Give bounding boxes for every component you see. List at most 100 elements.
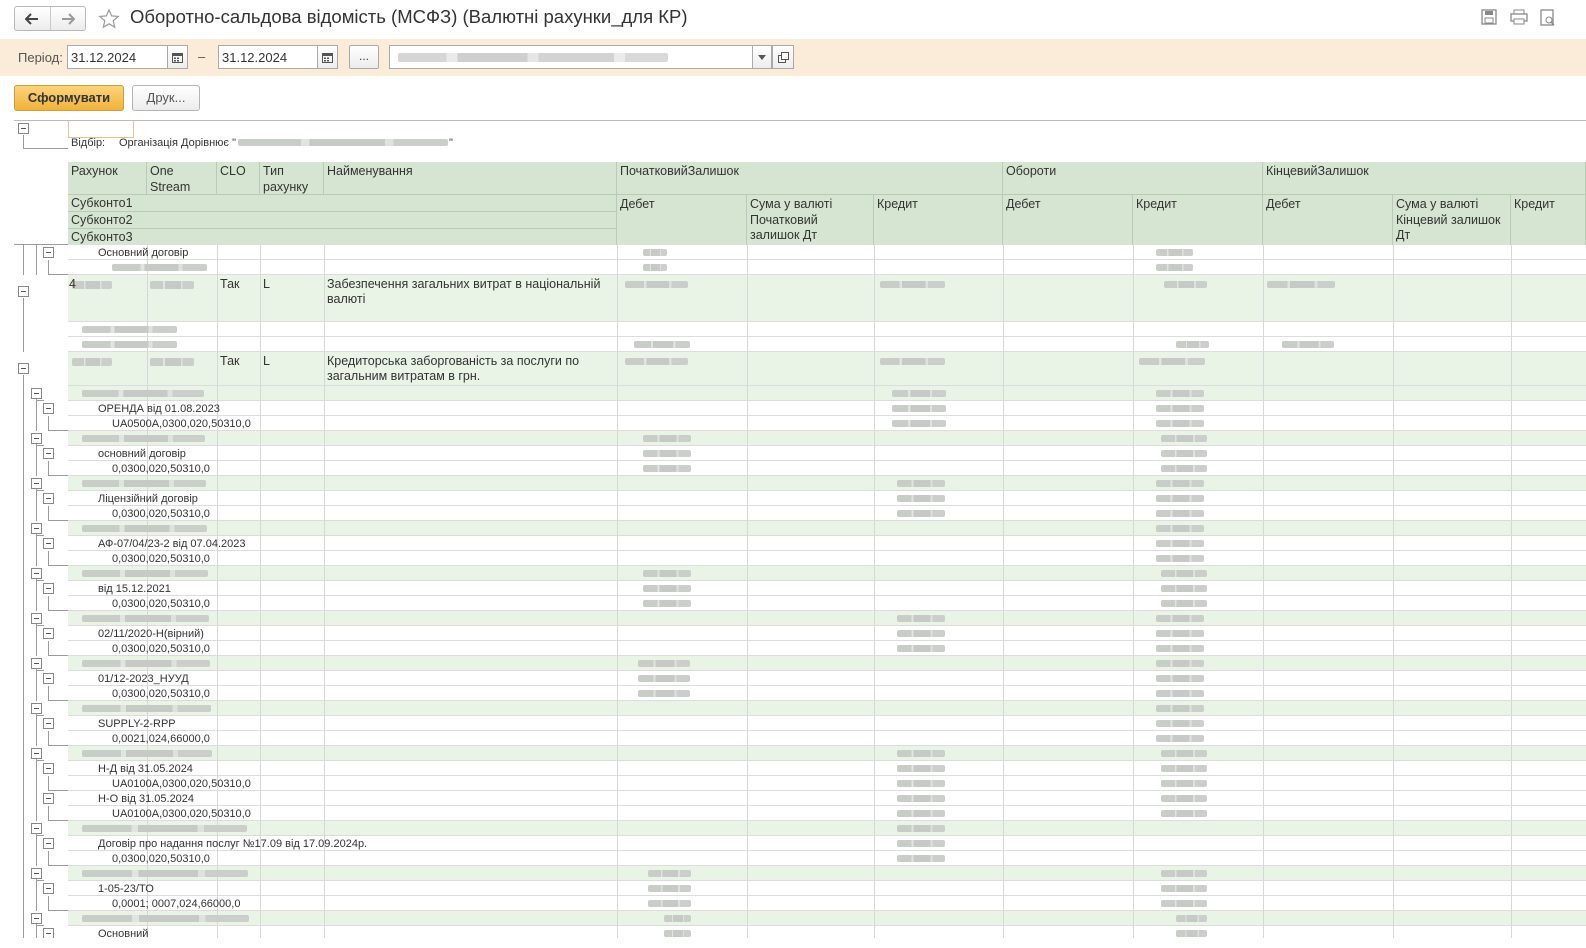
- tree-collapse-icon[interactable]: [31, 433, 42, 444]
- tree-collapse-icon[interactable]: [31, 613, 42, 624]
- tree-collapse-icon[interactable]: [31, 868, 42, 879]
- table-row[interactable]: 0,0300,020,50310,0: [68, 851, 1586, 866]
- column-divider: [1133, 746, 1134, 760]
- tree-collapse-icon[interactable]: [43, 718, 54, 729]
- tree-collapse-icon[interactable]: [31, 388, 42, 399]
- tree-collapse-icon[interactable]: [31, 568, 42, 579]
- tree-collapse-icon[interactable]: [43, 673, 54, 684]
- column-divider: [617, 566, 618, 580]
- star-icon[interactable]: [96, 6, 122, 32]
- account-row[interactable]: Так L Кредиторська заборгованість за послу…: [68, 352, 1586, 386]
- table-row[interactable]: [68, 701, 1586, 716]
- generate-button[interactable]: Сформувати: [14, 85, 124, 111]
- column-divider: [1133, 776, 1134, 790]
- table-row[interactable]: [68, 386, 1586, 401]
- open-icon[interactable]: [772, 45, 794, 69]
- table-row[interactable]: 0,0001; 0007,024,66000,0: [68, 896, 1586, 911]
- tree-line: [48, 416, 49, 431]
- save-icon[interactable]: [1481, 9, 1499, 27]
- forward-arrow-icon[interactable]: [49, 7, 86, 30]
- table-row[interactable]: [68, 821, 1586, 836]
- print-button[interactable]: Друк...: [132, 85, 200, 111]
- tree-collapse-icon[interactable]: [43, 583, 54, 594]
- date-from-field[interactable]: 31.12.2024: [67, 45, 168, 69]
- back-arrow-icon[interactable]: [15, 7, 50, 30]
- preview-icon[interactable]: [1540, 9, 1558, 27]
- column-divider: [747, 701, 748, 715]
- table-row[interactable]: 0,0300,020,50310,0: [68, 641, 1586, 656]
- table-row[interactable]: Н-Д від 31.05.2024: [68, 761, 1586, 776]
- table-row[interactable]: Основний: [68, 926, 1586, 938]
- table-row[interactable]: [68, 746, 1586, 761]
- tree-collapse-icon[interactable]: [31, 823, 42, 834]
- tree-collapse-icon[interactable]: [43, 247, 54, 258]
- tree-collapse-icon[interactable]: [18, 123, 29, 134]
- tree-collapse-icon[interactable]: [43, 883, 54, 894]
- table-row[interactable]: [68, 656, 1586, 671]
- table-row[interactable]: 0,0300,020,50310,0: [68, 506, 1586, 521]
- table-row[interactable]: основний договір: [68, 446, 1586, 461]
- table-row[interactable]: [68, 476, 1586, 491]
- table-row[interactable]: [68, 521, 1586, 536]
- date-to-field[interactable]: 31.12.2024: [218, 45, 318, 69]
- table-row[interactable]: [68, 431, 1586, 446]
- period-select-button[interactable]: ...: [349, 45, 379, 69]
- tree-collapse-icon[interactable]: [43, 838, 54, 849]
- table-row[interactable]: 01/12-2023_НУУД: [68, 671, 1586, 686]
- table-row[interactable]: [68, 322, 1586, 337]
- tree-collapse-icon[interactable]: [18, 286, 29, 297]
- table-row[interactable]: UA0100A,0300,020,50310,0: [68, 776, 1586, 791]
- tree-collapse-icon[interactable]: [31, 478, 42, 489]
- tree-collapse-icon[interactable]: [43, 793, 54, 804]
- column-divider: [1133, 461, 1134, 475]
- table-row[interactable]: UA0500A,0300,020,50310,0: [68, 416, 1586, 431]
- tree-collapse-icon[interactable]: [43, 928, 54, 938]
- tree-collapse-icon[interactable]: [31, 913, 42, 924]
- table-row[interactable]: 0,0300,020,50310,0: [68, 596, 1586, 611]
- table-row[interactable]: 1-05-23/ТО: [68, 881, 1586, 896]
- table-row[interactable]: [68, 866, 1586, 881]
- tree-collapse-icon[interactable]: [43, 763, 54, 774]
- table-row[interactable]: АФ-07/04/23-2 від 07.04.2023: [68, 536, 1586, 551]
- table-row[interactable]: ОРЕНДА від 01.08.2023: [68, 401, 1586, 416]
- print-icon[interactable]: [1510, 9, 1528, 27]
- column-divider: [1133, 821, 1134, 835]
- column-divider: [1133, 245, 1134, 259]
- table-row[interactable]: 0,0300,020,50310,0: [68, 461, 1586, 476]
- tree-line: [23, 761, 24, 776]
- calendar-icon[interactable]: [317, 45, 338, 69]
- table-row[interactable]: SUPPLY-2-RPP: [68, 716, 1586, 731]
- tree-collapse-icon[interactable]: [31, 703, 42, 714]
- tree-collapse-icon[interactable]: [43, 448, 54, 459]
- table-row[interactable]: 0,0300,020,50310,0: [68, 686, 1586, 701]
- table-row[interactable]: Н-О від 31.05.2024: [68, 791, 1586, 806]
- table-row[interactable]: 0,0300,020,50310,0: [68, 551, 1586, 566]
- table-row[interactable]: [68, 337, 1586, 352]
- tree-line: [23, 791, 24, 806]
- table-row[interactable]: 02/11/2020-Н(вірний): [68, 626, 1586, 641]
- calendar-icon[interactable]: [167, 45, 188, 69]
- table-row[interactable]: [68, 611, 1586, 626]
- tree-collapse-icon[interactable]: [31, 658, 42, 669]
- organization-field[interactable]: [389, 45, 753, 69]
- account-row[interactable]: Так L Забезпечення загальних витрат в наці…: [68, 275, 1586, 322]
- table-row[interactable]: 0,0021,024,66000,0: [68, 731, 1586, 746]
- table-row[interactable]: UA0100A,0300,020,50310,0: [68, 806, 1586, 821]
- tree-collapse-icon[interactable]: [43, 493, 54, 504]
- tree-collapse-icon[interactable]: [43, 628, 54, 639]
- dropdown-arrow-icon[interactable]: [752, 45, 772, 69]
- tree-collapse-icon[interactable]: [31, 523, 42, 534]
- tree-collapse-icon[interactable]: [18, 363, 29, 374]
- tree-collapse-icon[interactable]: [43, 538, 54, 549]
- table-row[interactable]: Основний договір: [68, 245, 1586, 260]
- tree-collapse-icon[interactable]: [43, 403, 54, 414]
- table-row[interactable]: [68, 566, 1586, 581]
- table-row[interactable]: [68, 911, 1586, 926]
- table-row[interactable]: від 15.12.2021: [68, 581, 1586, 596]
- tree-collapse-icon[interactable]: [31, 748, 42, 759]
- table-row[interactable]: [68, 260, 1586, 275]
- table-row[interactable]: Договір про надання послуг №17.09 від 17…: [68, 836, 1586, 851]
- table-row[interactable]: Ліцензійний договір: [68, 491, 1586, 506]
- report-spreadsheet[interactable]: Відбір: Організація Дорівнює " " Рахунок…: [14, 120, 1586, 938]
- column-divider: [217, 260, 218, 274]
